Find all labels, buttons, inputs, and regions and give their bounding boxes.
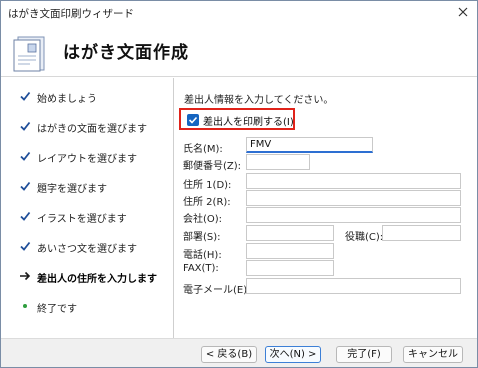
print-sender-checkbox[interactable]	[187, 114, 199, 126]
department-label: 部署(S):	[183, 232, 221, 243]
check-icon	[19, 150, 31, 162]
check-icon	[19, 240, 31, 252]
company-field[interactable]	[246, 207, 461, 223]
sender-form: 差出人情報を入力してください。 差出人を印刷する(I) 氏名(M): FMV 郵…	[175, 78, 477, 338]
address1-label: 住所 1(D):	[183, 180, 232, 191]
step-item: 題字を選びます	[1, 176, 174, 198]
wizard-header: はがき文面作成	[1, 23, 477, 77]
address1-field[interactable]	[246, 173, 461, 189]
step-label: 終了です	[37, 304, 77, 315]
step-label: イラストを選びます	[37, 214, 127, 225]
job-title-field[interactable]	[382, 225, 461, 241]
department-field[interactable]	[246, 225, 334, 241]
postal-code-label: 郵便番号(Z):	[183, 161, 242, 172]
step-label: 始めましょう	[37, 94, 97, 105]
check-icon	[19, 180, 31, 192]
step-item: 終了です	[1, 296, 174, 318]
step-item: 始めましょう	[1, 86, 174, 108]
wizard-window: はがき文面印刷ウィザード はがき文面作成 始めましょう はがきの文面を選びます	[0, 0, 478, 368]
form-intro-text: 差出人情報を入力してください。	[184, 95, 334, 106]
phone-field[interactable]	[246, 243, 334, 259]
step-label: あいさつ文を選びます	[37, 244, 137, 255]
next-button[interactable]: 次へ(N) >	[265, 346, 321, 363]
name-field[interactable]: FMV	[246, 137, 373, 153]
phone-label: 電話(H):	[183, 250, 222, 261]
email-field[interactable]	[246, 278, 461, 294]
window-title: はがき文面印刷ウィザード	[8, 8, 134, 20]
check-icon	[19, 90, 31, 102]
step-item: はがきの文面を選びます	[1, 116, 174, 138]
back-button[interactable]: < 戻る(B)	[201, 346, 257, 363]
step-label: はがきの文面を選びます	[37, 124, 147, 135]
check-icon	[19, 120, 31, 132]
email-label: 電子メール(E):	[183, 285, 251, 296]
bullet-dot-icon	[19, 300, 31, 312]
step-label: 題字を選びます	[37, 184, 107, 195]
step-item: あいさつ文を選びます	[1, 236, 174, 258]
address2-label: 住所 2(R):	[183, 197, 231, 208]
name-label: 氏名(M):	[183, 144, 223, 155]
arrow-right-icon	[19, 270, 31, 282]
postal-code-field[interactable]	[246, 154, 310, 170]
finish-button[interactable]: 完了(F)	[336, 346, 392, 363]
fax-label: FAX(T):	[183, 263, 219, 274]
step-item-current: 差出人の住所を入力します	[1, 266, 174, 288]
button-bar: < 戻る(B) 次へ(N) > 完了(F) キャンセル	[1, 338, 477, 367]
company-label: 会社(O):	[183, 214, 223, 225]
page-title: はがき文面作成	[63, 43, 189, 63]
title-bar: はがき文面印刷ウィザード	[1, 1, 477, 23]
step-label: レイアウトを選びます	[37, 154, 137, 165]
steps-panel: 始めましょう はがきの文面を選びます レイアウトを選びます 題字を選びます イラ…	[1, 78, 174, 338]
postcard-icon	[12, 35, 46, 73]
step-item: イラストを選びます	[1, 206, 174, 228]
step-label: 差出人の住所を入力します	[37, 274, 157, 285]
address2-field[interactable]	[246, 190, 461, 206]
cancel-button[interactable]: キャンセル	[403, 346, 463, 363]
print-sender-highlight: 差出人を印刷する(I)	[179, 108, 295, 130]
fax-field[interactable]	[246, 260, 334, 276]
close-icon[interactable]	[455, 4, 471, 20]
check-icon	[19, 210, 31, 222]
step-item: レイアウトを選びます	[1, 146, 174, 168]
job-title-label: 役職(C):	[345, 232, 384, 243]
print-sender-label[interactable]: 差出人を印刷する(I)	[203, 113, 294, 128]
